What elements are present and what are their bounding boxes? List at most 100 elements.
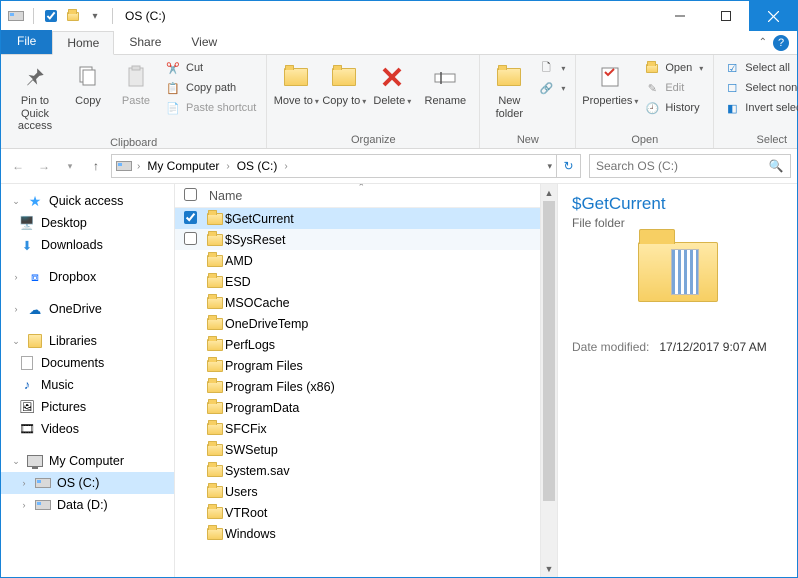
details-date-label: Date modified: <box>572 340 649 354</box>
chevron-right-icon[interactable]: › <box>223 161 232 172</box>
tree-pictures[interactable]: 🖼Pictures <box>1 396 174 418</box>
pin-to-quick-access-button[interactable]: Pin to Quick access <box>7 59 63 135</box>
details-pane: $GetCurrent File folder Date modified: 1… <box>557 184 797 577</box>
group-label-clipboard: Clipboard <box>7 135 260 149</box>
scroll-down-button[interactable]: ▼ <box>541 560 557 577</box>
list-item[interactable]: AMD <box>175 250 540 271</box>
row-checkbox[interactable] <box>184 211 197 224</box>
scroll-thumb[interactable] <box>543 201 555 501</box>
refresh-button[interactable]: ↻ <box>557 154 581 178</box>
window-title: OS (C:) <box>125 9 657 23</box>
list-item[interactable]: System.sav <box>175 460 540 481</box>
tree-onedrive[interactable]: ›☁OneDrive <box>1 298 174 320</box>
maximize-button[interactable] <box>703 1 749 31</box>
history-button[interactable]: 🕘History <box>640 99 707 117</box>
select-all-button[interactable]: ☑Select all <box>720 59 798 77</box>
details-type: File folder <box>572 216 783 230</box>
tree-desktop[interactable]: 🖥️Desktop <box>1 212 174 234</box>
properties-button[interactable]: Properties▾ <box>582 59 638 110</box>
list-item[interactable]: SWSetup <box>175 439 540 460</box>
tab-file[interactable]: File <box>1 30 52 54</box>
paste-button[interactable]: Paste <box>113 59 159 110</box>
column-name[interactable]: Name <box>205 189 540 203</box>
address-dropdown-button[interactable]: ▾ <box>547 161 552 172</box>
list-item[interactable]: PerfLogs <box>175 334 540 355</box>
tab-view[interactable]: View <box>176 30 232 54</box>
move-to-button[interactable]: Move to▾ <box>273 59 319 110</box>
collapse-ribbon-button[interactable]: ⌃ <box>759 37 767 48</box>
list-item[interactable]: VTRoot <box>175 502 540 523</box>
tree-os-c[interactable]: ›OS (C:) <box>1 472 174 494</box>
row-checkbox[interactable] <box>184 232 197 245</box>
address-bar[interactable]: › My Computer › OS (C:) › ▾ <box>111 154 557 178</box>
group-label-select: Select <box>720 132 798 146</box>
up-button[interactable]: ↑ <box>85 155 107 177</box>
list-item[interactable]: OneDriveTemp <box>175 313 540 334</box>
copy-to-button[interactable]: Copy to▾ <box>321 59 367 110</box>
chevron-right-icon[interactable]: › <box>281 161 290 172</box>
folder-icon <box>638 242 718 302</box>
back-button[interactable]: ← <box>7 155 29 177</box>
close-button[interactable] <box>749 1 797 31</box>
copy-button[interactable]: Copy <box>65 59 111 110</box>
chevron-right-icon[interactable]: › <box>134 161 143 172</box>
tree-documents[interactable]: Documents <box>1 352 174 374</box>
new-folder-button[interactable]: New folder <box>486 59 532 122</box>
new-item-button[interactable]: 🗋▾ <box>534 59 569 77</box>
recent-locations-button[interactable]: ▾ <box>59 155 81 177</box>
navigation-tree[interactable]: ⌄★Quick access 🖥️Desktop ⬇Downloads ›⧈Dr… <box>1 184 175 577</box>
copy-path-button[interactable]: 📋Copy path <box>161 79 260 97</box>
list-item[interactable]: ProgramData <box>175 397 540 418</box>
forward-button[interactable]: → <box>33 155 55 177</box>
details-date-value: 17/12/2017 9:07 AM <box>659 340 766 354</box>
select-all-checkbox[interactable] <box>184 188 197 201</box>
delete-button[interactable]: Delete▾ <box>369 59 415 110</box>
tree-my-computer[interactable]: ⌄My Computer <box>1 450 174 472</box>
vertical-scrollbar[interactable]: ▲ ▼ <box>540 184 557 577</box>
tree-dropbox[interactable]: ›⧈Dropbox <box>1 266 174 288</box>
tree-videos[interactable]: 🎞Videos <box>1 418 174 440</box>
group-label-new: New <box>486 132 569 146</box>
list-item[interactable]: SFCFix <box>175 418 540 439</box>
qat-new-folder[interactable] <box>64 7 82 25</box>
title-bar: ▾ OS (C:) <box>1 1 797 31</box>
paste-shortcut-button[interactable]: 📄Paste shortcut <box>161 99 260 117</box>
minimize-button[interactable] <box>657 1 703 31</box>
column-header[interactable]: Name ⌃ <box>175 184 540 208</box>
list-item[interactable]: Windows <box>175 523 540 544</box>
breadcrumb-my-computer[interactable]: My Computer <box>145 159 221 173</box>
list-item[interactable]: Program Files (x86) <box>175 376 540 397</box>
scroll-up-button[interactable]: ▲ <box>541 184 557 201</box>
list-item[interactable]: ESD <box>175 271 540 292</box>
tab-share[interactable]: Share <box>114 30 176 54</box>
invert-selection-button[interactable]: ◧Invert selection <box>720 99 798 117</box>
app-icon <box>7 7 25 25</box>
list-item[interactable]: MSOCache <box>175 292 540 313</box>
tree-music[interactable]: ♪Music <box>1 374 174 396</box>
list-item[interactable]: $GetCurrent <box>175 208 540 229</box>
list-item[interactable]: Program Files <box>175 355 540 376</box>
rename-button[interactable]: Rename <box>417 59 473 110</box>
list-item[interactable]: $SysReset <box>175 229 540 250</box>
tree-quick-access[interactable]: ⌄★Quick access <box>1 190 174 212</box>
details-title: $GetCurrent <box>572 194 783 214</box>
sort-indicator-icon: ⌃ <box>358 184 366 193</box>
tree-downloads[interactable]: ⬇Downloads <box>1 234 174 256</box>
help-button[interactable]: ? <box>773 35 789 51</box>
breadcrumb-os-c[interactable]: OS (C:) <box>235 159 280 173</box>
edit-button[interactable]: ✎Edit <box>640 79 707 97</box>
tab-home[interactable]: Home <box>52 31 114 55</box>
tree-libraries[interactable]: ⌄Libraries <box>1 330 174 352</box>
main-area: ⌄★Quick access 🖥️Desktop ⬇Downloads ›⧈Dr… <box>1 183 797 577</box>
easy-access-button[interactable]: 🔗▾ <box>534 79 569 97</box>
cut-button[interactable]: ✂️Cut <box>161 59 260 77</box>
select-none-button[interactable]: ☐Select none <box>720 79 798 97</box>
qat-properties[interactable] <box>42 7 60 25</box>
search-box[interactable]: 🔍 <box>589 154 791 178</box>
search-input[interactable] <box>596 159 768 173</box>
list-item[interactable]: Users <box>175 481 540 502</box>
qat-customize[interactable]: ▾ <box>86 7 104 25</box>
file-list[interactable]: Name ⌃ $GetCurrent $SysReset AMD ESD MSO… <box>175 184 540 577</box>
open-button[interactable]: Open▾ <box>640 59 707 77</box>
tree-data-d[interactable]: ›Data (D:) <box>1 494 174 516</box>
